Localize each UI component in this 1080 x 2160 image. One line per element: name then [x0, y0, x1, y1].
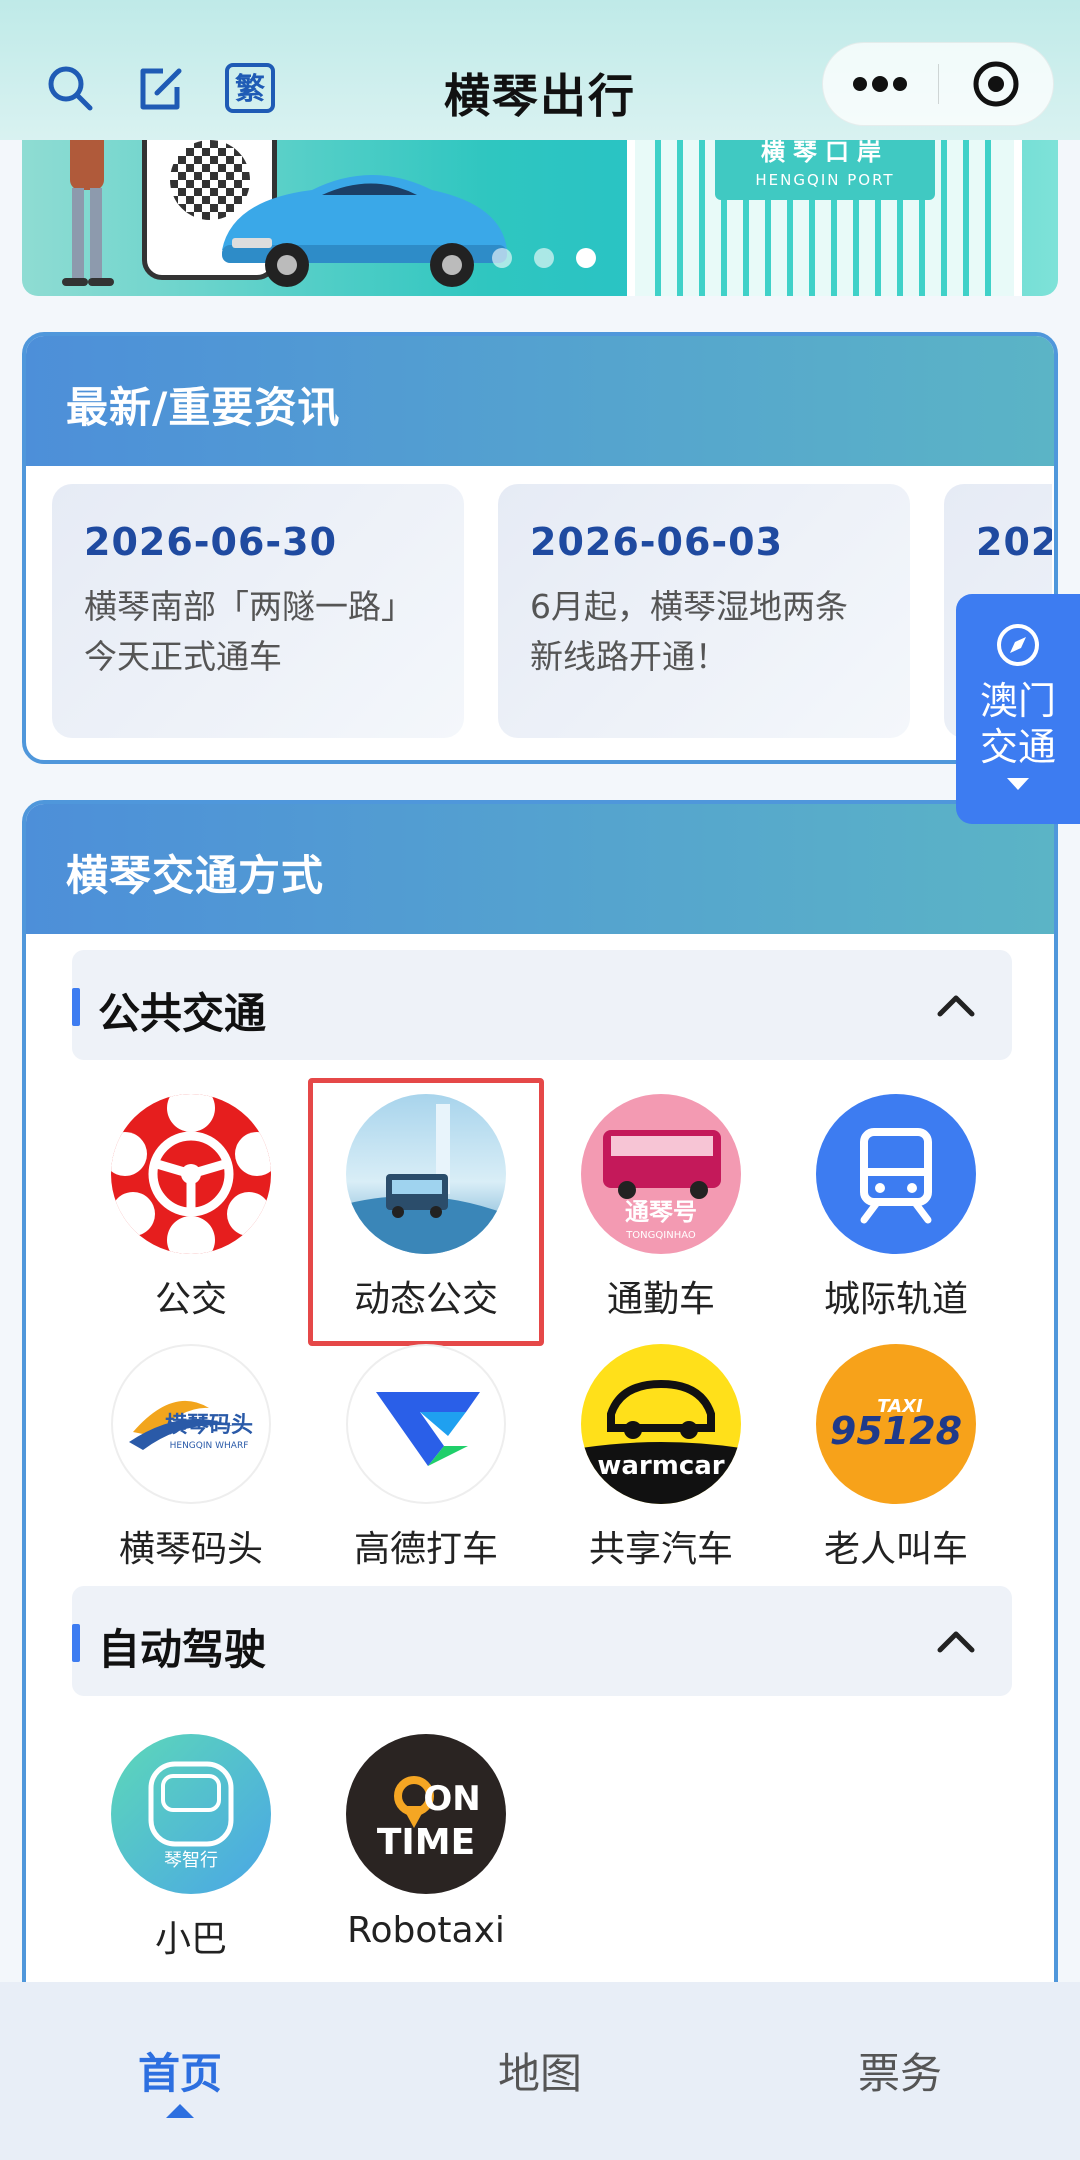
- carousel-dot: [492, 248, 512, 268]
- amap-logo-icon: [346, 1344, 506, 1504]
- tab-label: 首页: [137, 2049, 222, 2098]
- minibus-icon: 琴智行: [111, 1734, 271, 1894]
- warmcar-logo-icon: warmcar: [581, 1344, 741, 1504]
- news-date: 2026-06-03: [530, 520, 784, 564]
- tab-map[interactable]: 地图: [360, 1982, 720, 2160]
- ferry-terminal-item[interactable]: 横琴码头 HENGQIN WHARF 横琴码头: [76, 1344, 306, 1584]
- item-label: 老人叫车: [823, 1529, 968, 1570]
- commuter-badge-en: TONGQINHAO: [625, 1230, 696, 1241]
- carousel-dot-active: [576, 248, 596, 268]
- news-title: 最新/重要资讯: [26, 336, 1054, 466]
- news-item[interactable]: 2026-06-03 6月起，横琴湿地两条新线路开通！: [498, 484, 910, 738]
- commuter-bus-icon: 通琴号 TONGQINHAO: [581, 1094, 741, 1254]
- tab-label: 票务: [857, 2049, 942, 2098]
- bottom-tab-bar: 首页 地图 票务: [0, 1982, 1080, 2160]
- train-icon: [816, 1094, 976, 1254]
- news-date: 2026-06-30: [84, 520, 338, 564]
- commuter-badge: 通琴号: [625, 1198, 697, 1226]
- item-label: 通勤车: [606, 1279, 715, 1320]
- public-transport-header[interactable]: 公共交通: [72, 950, 1012, 1060]
- taxi-hotline-icon: TAXI 95128: [816, 1344, 976, 1504]
- car-sharing-item[interactable]: warmcar 共享汽车: [546, 1344, 776, 1584]
- active-tab-indicator: [166, 2104, 194, 2118]
- news-item[interactable]: 2026-06-30 横琴南部「两隧一路」今天正式通车: [52, 484, 464, 738]
- news-date: 202: [976, 520, 1052, 564]
- news-text: 横琴南部「两隧一路」今天正式通车: [84, 587, 414, 676]
- macau-transit-label: 澳门交通: [979, 679, 1056, 769]
- more-icon[interactable]: [823, 43, 938, 125]
- car-illustration: [222, 175, 507, 287]
- app-page: 横琴口岸 HENGQIN PORT 繁 横琴出行 最新/重要资讯 2026-06…: [0, 0, 1080, 2160]
- wharf-logo-en: HENGQIN WHARF: [170, 1441, 249, 1451]
- bus-steering-icon: [111, 1094, 271, 1254]
- item-label: 小巴: [154, 1919, 227, 1960]
- robotaxi-item[interactable]: ON TIME Robotaxi: [311, 1734, 541, 1974]
- mini-program-capsule: [822, 42, 1054, 126]
- tab-tickets[interactable]: 票务: [720, 1982, 1080, 2160]
- chevron-up-icon[interactable]: [934, 1620, 978, 1664]
- section-title: 自动驾驶: [98, 1625, 267, 1674]
- chevron-up-icon[interactable]: [934, 984, 978, 1028]
- amap-taxi-item[interactable]: 高德打车: [311, 1344, 541, 1584]
- close-target-icon[interactable]: [939, 43, 1054, 125]
- top-navigation-bar: 繁 横琴出行: [0, 0, 1080, 140]
- transport-title: 横琴交通方式: [26, 804, 1054, 934]
- tab-home[interactable]: 首页: [0, 1982, 360, 2160]
- ontime-logo-icon: ON TIME: [346, 1734, 506, 1894]
- compass-icon: [997, 624, 1039, 666]
- ontime-logo-top: ON: [423, 1779, 480, 1819]
- carousel-indicator: [492, 248, 596, 268]
- item-label: 高德打车: [353, 1529, 498, 1570]
- port-sign-en: HENGQIN PORT: [755, 171, 895, 189]
- senior-taxi-item[interactable]: TAXI 95128 老人叫车: [781, 1344, 1011, 1584]
- bus-item[interactable]: 公交: [76, 1094, 306, 1334]
- ontime-logo-bottom: TIME: [377, 1822, 475, 1863]
- news-list[interactable]: 2026-06-30 横琴南部「两隧一路」今天正式通车 2026-06-03 6…: [52, 484, 1052, 744]
- minibus-item[interactable]: 琴智行 小巴: [76, 1734, 306, 1974]
- warmcar-logo-text: warmcar: [597, 1451, 724, 1481]
- section-title: 公共交通: [98, 989, 267, 1038]
- wharf-logo-icon: 横琴码头 HENGQIN WHARF: [111, 1344, 271, 1504]
- item-label: 公交: [154, 1279, 227, 1320]
- autonomous-driving-header[interactable]: 自动驾驶: [72, 1586, 1012, 1696]
- tab-label: 地图: [497, 2049, 582, 2098]
- taxi-logo-number: 95128: [830, 1409, 962, 1453]
- section-accent-bar: [72, 988, 80, 1026]
- item-label: 城际轨道: [823, 1279, 968, 1320]
- commuter-bus-item[interactable]: 通琴号 TONGQINHAO 通勤车: [546, 1094, 776, 1334]
- item-label: 共享汽车: [588, 1529, 733, 1570]
- minibus-logo-text: 琴智行: [164, 1850, 218, 1871]
- carousel-dot: [534, 248, 554, 268]
- section-accent-bar: [72, 1624, 80, 1662]
- chevron-down-icon: [1007, 778, 1029, 790]
- item-label: 横琴码头: [118, 1529, 263, 1570]
- macau-transit-float-button[interactable]: 澳门交通: [956, 594, 1080, 824]
- selection-highlight: [308, 1078, 544, 1346]
- news-text: 6月起，横琴湿地两条新线路开通！: [530, 587, 848, 676]
- news-card: 最新/重要资讯 2026-06-30 横琴南部「两隧一路」今天正式通车 2026…: [22, 332, 1058, 764]
- item-label: Robotaxi: [347, 1910, 505, 1951]
- wharf-logo-text: 横琴码头: [165, 1413, 253, 1438]
- intercity-rail-item[interactable]: 城际轨道: [781, 1094, 1011, 1334]
- transport-card: 横琴交通方式 公共交通 公交 动态公交 通琴号 TONGQINHAO 通勤车 城…: [22, 800, 1058, 2160]
